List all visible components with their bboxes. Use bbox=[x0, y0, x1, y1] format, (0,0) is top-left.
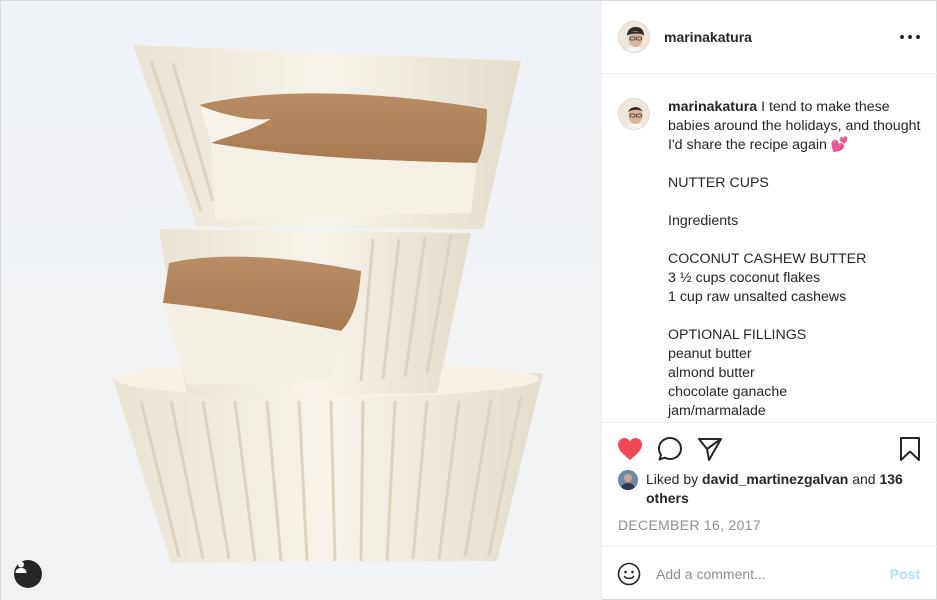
add-comment-bar: Post bbox=[602, 546, 937, 600]
user-tag-icon[interactable] bbox=[14, 560, 42, 588]
caption-line: 1 cup raw unsalted cashews bbox=[668, 289, 847, 305]
caption-line: chocolate ganache bbox=[668, 384, 788, 400]
caption-row: marinakatura I tend to make these babies… bbox=[618, 98, 922, 421]
post-date[interactable]: DECEMBER 16, 2017 bbox=[618, 517, 761, 533]
caption-line: 3 ½ cups coconut flakes bbox=[668, 270, 821, 286]
comment-input[interactable] bbox=[656, 566, 866, 582]
caption-avatar[interactable] bbox=[618, 98, 650, 130]
bookmark-icon[interactable] bbox=[896, 435, 924, 463]
emoji-icon[interactable] bbox=[616, 561, 642, 587]
likes-text: Liked by david_martinezgalvan and 136 ot… bbox=[646, 470, 936, 508]
liked-by-prefix: Liked by bbox=[646, 471, 699, 487]
caption-line: jam/marmalade bbox=[668, 403, 766, 419]
heart-icon[interactable] bbox=[616, 435, 644, 463]
caption-line bbox=[668, 307, 922, 326]
post-side-panel: marinakatura marinakatura I tend to make… bbox=[601, 1, 937, 600]
post-header: marinakatura bbox=[602, 1, 937, 74]
caption-lines: NUTTER CUPS Ingredients COCONUT CASHEW BUT… bbox=[668, 155, 922, 421]
comment-icon[interactable] bbox=[656, 435, 684, 463]
caption-line bbox=[668, 231, 922, 250]
comments-section: marinakatura I tend to make these babies… bbox=[602, 74, 937, 422]
post-photo[interactable] bbox=[1, 1, 601, 600]
share-icon[interactable] bbox=[696, 435, 724, 463]
caption-line bbox=[668, 155, 922, 174]
caption-line: OPTIONAL FILLINGS bbox=[668, 327, 807, 343]
instagram-post: marinakatura marinakatura I tend to make… bbox=[0, 0, 937, 600]
caption-line: Ingredients bbox=[668, 213, 739, 229]
post-actions: Liked by david_martinezgalvan and 136 ot… bbox=[602, 422, 937, 542]
liked-by-and: and bbox=[852, 471, 876, 487]
caption-line: almond butter bbox=[668, 365, 755, 381]
caption-first-line: marinakatura I tend to make these babies… bbox=[668, 98, 922, 155]
caption-line: peanut butter bbox=[668, 346, 752, 362]
caption-line: NUTTER CUPS bbox=[668, 175, 769, 191]
action-icons bbox=[616, 435, 926, 463]
author-username[interactable]: marinakatura bbox=[664, 29, 752, 45]
caption-line: COCONUT CASHEW BUTTER bbox=[668, 251, 867, 267]
more-icon[interactable] bbox=[900, 29, 920, 45]
nutter-cups-image bbox=[1, 1, 601, 600]
post-caption: marinakatura I tend to make these babies… bbox=[668, 98, 922, 421]
post-comment-button[interactable]: Post bbox=[890, 566, 920, 582]
liker-avatar[interactable] bbox=[618, 470, 638, 490]
author-avatar[interactable] bbox=[618, 21, 650, 53]
likes-summary: Liked by david_martinezgalvan and 136 ot… bbox=[618, 470, 936, 508]
caption-line bbox=[668, 193, 922, 212]
liker-username[interactable]: david_martinezgalvan bbox=[702, 471, 848, 487]
caption-username[interactable]: marinakatura bbox=[668, 99, 757, 115]
